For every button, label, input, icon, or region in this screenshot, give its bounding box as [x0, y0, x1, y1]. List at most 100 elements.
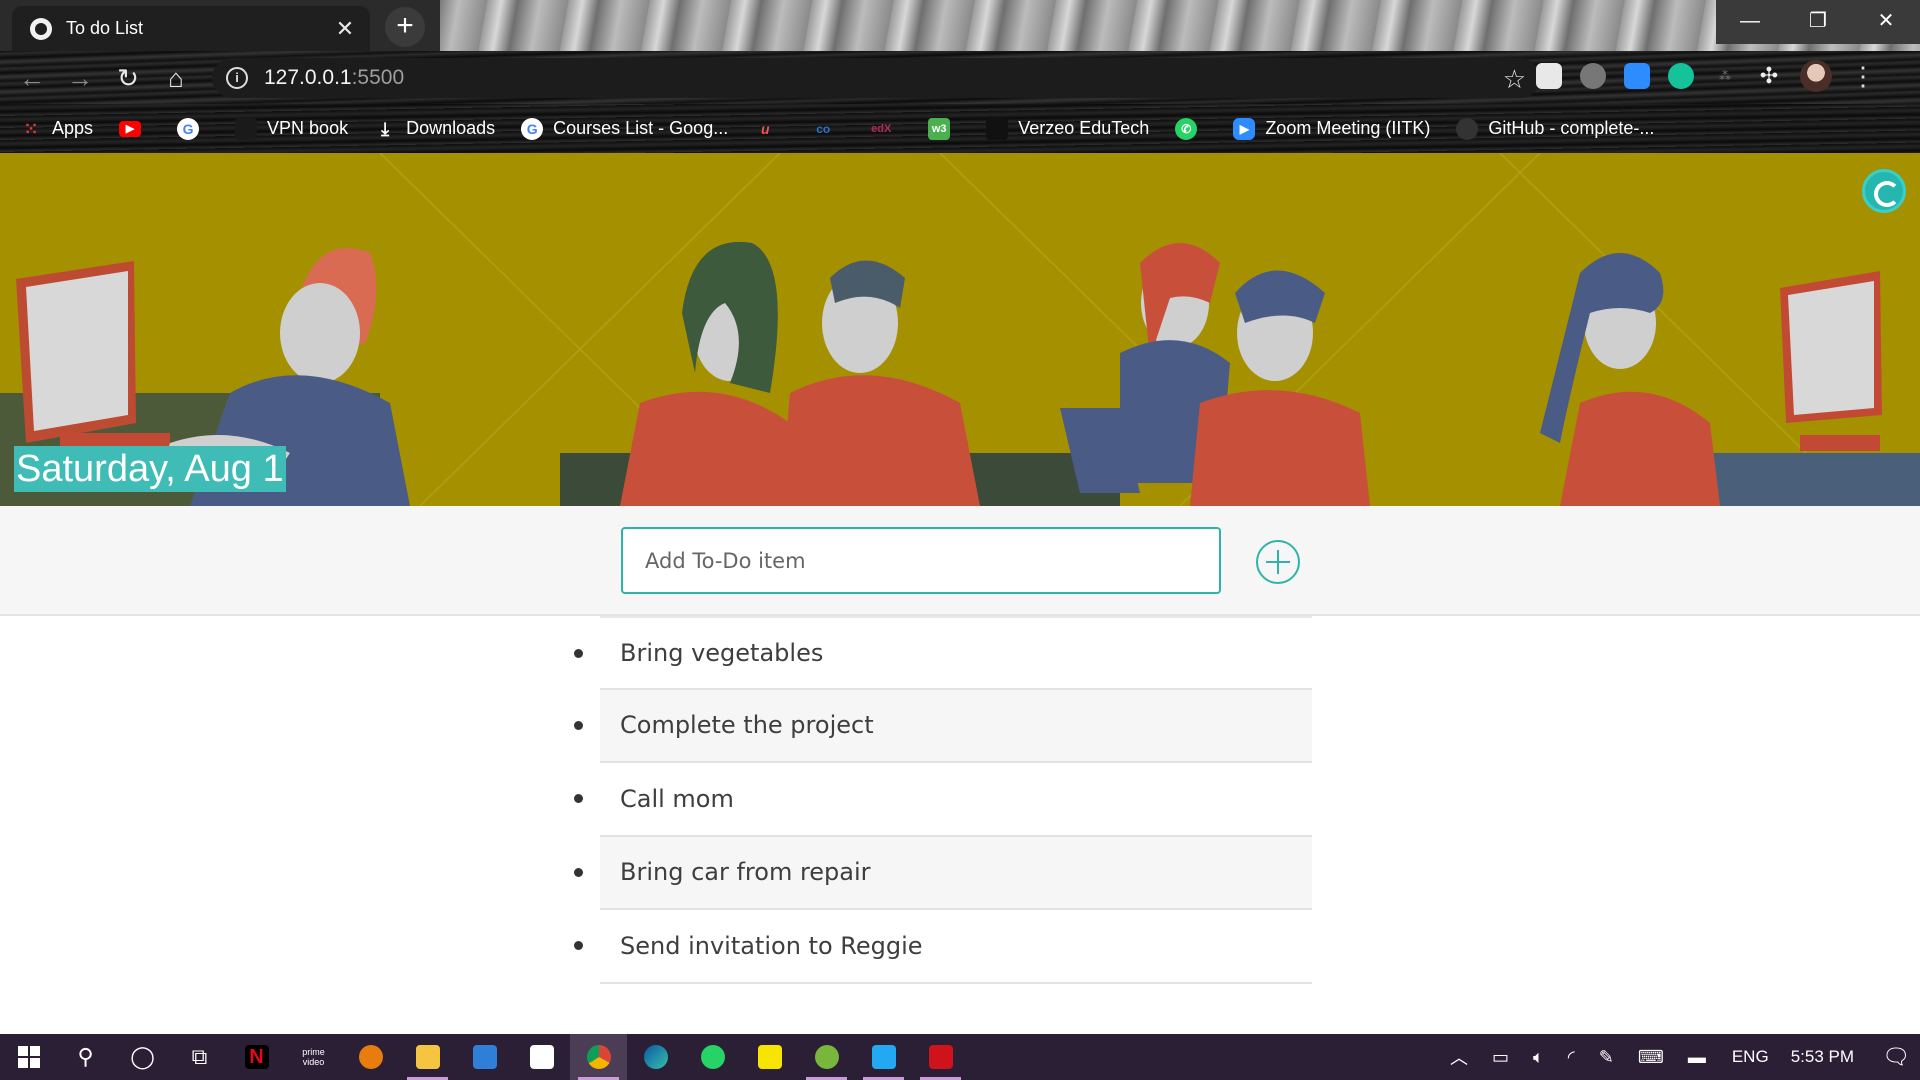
site-info-icon[interactable]: i	[226, 67, 248, 89]
todo-text: Bring vegetables	[620, 638, 824, 667]
bookmark-whatsapp[interactable]: ✆	[1175, 117, 1207, 140]
bookmark-star-icon[interactable]: ☆	[1503, 64, 1526, 95]
bookmark-coursera[interactable]: co	[812, 118, 844, 140]
bullet	[574, 794, 583, 803]
mail-button[interactable]	[456, 1034, 513, 1080]
tab-to-do-list[interactable]: To do List ✕	[12, 6, 370, 51]
extension-icon[interactable]	[1580, 63, 1606, 89]
grammarly-extension-icon[interactable]	[1668, 63, 1694, 89]
restore-button[interactable]: ❐	[1784, 0, 1852, 44]
display-icon[interactable]: ▬	[1688, 1047, 1706, 1068]
forward-button[interactable]: →	[56, 54, 104, 102]
udemy-icon: u	[760, 120, 770, 137]
bookmark-edx[interactable]: edX	[870, 118, 902, 140]
tab-close-button[interactable]: ✕	[332, 16, 358, 42]
file-explorer-button[interactable]	[399, 1034, 456, 1080]
bookmark-google[interactable]: G	[177, 117, 209, 140]
todo-item[interactable]: Bring car from repair	[574, 836, 1312, 910]
globe-icon	[30, 17, 52, 40]
prime-video-button[interactable]: prime video	[285, 1034, 342, 1080]
battery-icon[interactable]: ▭	[1492, 1047, 1509, 1068]
browser-titlebar: To do List ✕ + — ❐ ✕	[0, 0, 1920, 51]
bookmark-label: Courses List - Goog...	[553, 118, 729, 138]
office-workers-illustration	[0, 153, 1920, 506]
pen-icon[interactable]: ✎	[1599, 1047, 1614, 1068]
reload-button[interactable]: ↻	[104, 54, 152, 102]
todo-item[interactable]: Complete the project	[574, 689, 1312, 763]
todo-item[interactable]: Send invitation to Reggie	[574, 910, 1312, 984]
todo-text: Send invitation to Reggie	[620, 931, 923, 960]
todo-text: Complete the project	[620, 711, 874, 740]
bookmark-apps[interactable]: ⁙ Apps	[20, 118, 93, 140]
vpnbook-icon	[235, 117, 258, 140]
utorrent-button[interactable]	[798, 1034, 855, 1080]
netflix-button[interactable]: N	[228, 1034, 285, 1080]
url-host: 127.0.0.1	[264, 66, 352, 89]
address-bar[interactable]: i 127.0.0.1 :5500 ☆	[212, 58, 1540, 98]
search-button[interactable]: ⚲	[57, 1034, 114, 1080]
wifi-icon[interactable]: ◜	[1568, 1047, 1575, 1068]
windows-taskbar: ⚲ ◯ ⧉ N prime video ︿ ▭ 🔈︎ ◜ ✎ ⌨ ▬ ENG 5:…	[0, 1034, 1920, 1080]
back-button[interactable]: ←	[8, 54, 56, 102]
home-button[interactable]: ⌂	[152, 54, 200, 102]
bookmark-vpn-book[interactable]: VPN book	[235, 117, 349, 140]
bookmark-github[interactable]: GitHub - complete-...	[1456, 117, 1654, 140]
whatsapp-icon: ✆	[1175, 117, 1198, 140]
whatsapp-icon	[700, 1045, 725, 1069]
edge-button[interactable]	[627, 1034, 684, 1080]
w3schools-icon: w3	[928, 117, 951, 140]
browser-menu-icon[interactable]: ⋮	[1850, 61, 1876, 92]
verzeo-icon	[986, 117, 1009, 140]
tab-title: To do List	[66, 18, 144, 38]
vscode-button[interactable]	[855, 1034, 912, 1080]
sticky-notes-button[interactable]	[741, 1034, 798, 1080]
bookmark-w3schools[interactable]: w3	[928, 117, 960, 140]
whatsapp-button[interactable]	[684, 1034, 741, 1080]
mail-icon	[472, 1045, 497, 1069]
extension-icon[interactable]: ⁂	[1712, 63, 1738, 89]
zoom-icon: ▶	[1233, 117, 1256, 140]
bookmark-zoom[interactable]: ▶ Zoom Meeting (IITK)	[1233, 117, 1431, 140]
header-illustration	[0, 153, 1920, 506]
chevron-up-icon[interactable]: ︿	[1450, 1044, 1468, 1070]
language-indicator[interactable]: ENG	[1732, 1047, 1769, 1067]
grammarly-button[interactable]	[1862, 169, 1906, 213]
zoom-extension-icon[interactable]	[1624, 63, 1650, 89]
youtube-icon: ▶	[119, 120, 142, 137]
todo-item[interactable]: Call mom	[574, 763, 1312, 837]
todo-input[interactable]	[621, 527, 1221, 594]
volume-icon[interactable]: 🔈︎	[1533, 1047, 1544, 1068]
date-heading: Saturday, Aug 1	[14, 446, 286, 492]
minimize-button[interactable]: —	[1716, 0, 1784, 44]
search-icon: ⚲	[77, 1044, 94, 1069]
keyboard-icon[interactable]: ⌨	[1638, 1047, 1664, 1068]
bookmark-verzeo[interactable]: Verzeo EduTech	[986, 117, 1149, 140]
bookmark-youtube[interactable]: ▶	[119, 120, 151, 137]
chrome-button[interactable]	[570, 1034, 627, 1080]
blender-button[interactable]	[342, 1034, 399, 1080]
clock[interactable]: 5:53 PM	[1791, 1047, 1854, 1067]
bookmark-udemy[interactable]: u	[754, 118, 786, 140]
task-view-button[interactable]: ⧉	[171, 1034, 228, 1080]
profile-avatar[interactable]	[1800, 60, 1832, 92]
bookmark-label: Zoom Meeting (IITK)	[1265, 118, 1431, 138]
bookmark-downloads[interactable]: ⤓ Downloads	[374, 118, 495, 140]
store-button[interactable]	[513, 1034, 570, 1080]
start-button[interactable]	[0, 1034, 57, 1080]
bookmarks-bar: ⁙ Apps ▶ G VPN book ⤓ Downloads G Course…	[0, 104, 1920, 153]
close-window-button[interactable]: ✕	[1852, 0, 1920, 44]
acrobat-icon	[928, 1045, 953, 1069]
bookmark-label: Apps	[52, 118, 94, 138]
todo-item[interactable]: Bring vegetables	[574, 616, 1312, 690]
add-todo-button[interactable]	[1256, 540, 1300, 584]
extension-icon[interactable]	[1536, 63, 1562, 89]
bookmark-label: VPN book	[267, 118, 349, 138]
new-tab-button[interactable]: +	[385, 7, 425, 47]
todo-list: Bring vegetables Complete the project Ca…	[574, 616, 1312, 984]
notification-icon[interactable]: 🗨︎	[1872, 1044, 1920, 1070]
todo-text: Call mom	[620, 784, 734, 813]
cortana-button[interactable]: ◯	[114, 1034, 171, 1080]
puzzle-icon[interactable]: ✣	[1756, 63, 1782, 89]
acrobat-button[interactable]	[912, 1034, 969, 1080]
bookmark-courses-list[interactable]: G Courses List - Goog...	[521, 117, 729, 140]
